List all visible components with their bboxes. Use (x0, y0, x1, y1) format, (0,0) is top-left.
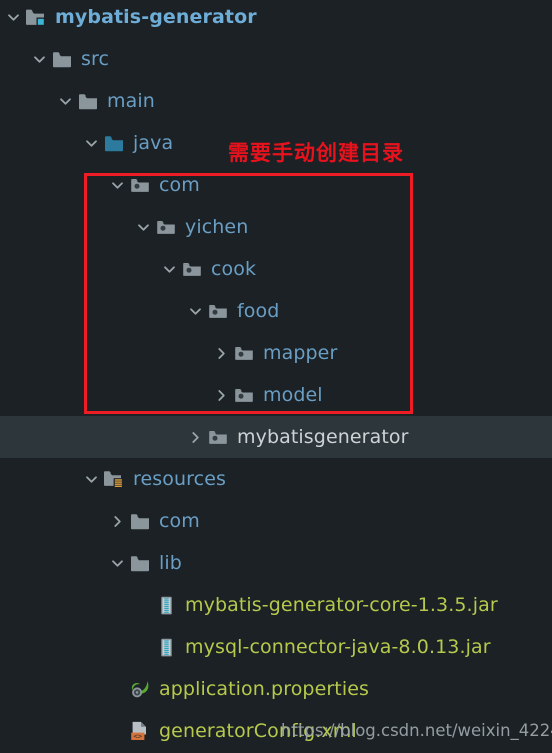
jar-icon (154, 626, 178, 668)
tree-row-label: src (81, 48, 110, 70)
module-folder-icon (24, 0, 48, 38)
tree-row[interactable]: yichen (0, 206, 552, 248)
tree-row-label: resources (133, 468, 226, 490)
svg-text:<>: <> (133, 731, 142, 740)
source-root-icon (102, 122, 126, 164)
tree-row-label: food (237, 300, 280, 322)
package-icon (232, 332, 256, 374)
folder-icon (128, 500, 152, 542)
project-tree-panel: mybatis-generator src main java com yich… (0, 0, 552, 753)
tree-row[interactable]: food (0, 290, 552, 332)
chevron-down-icon[interactable] (132, 206, 154, 248)
tree-row-label: mybatis-generator (55, 6, 257, 28)
chevron-down-icon[interactable] (106, 542, 128, 584)
chevron-down-icon[interactable] (184, 290, 206, 332)
tree-row[interactable]: mapper (0, 332, 552, 374)
tree-row-label: mybatisgenerator (237, 426, 409, 448)
chevron-down-icon[interactable] (158, 248, 180, 290)
folder-icon (128, 542, 152, 584)
chevron-right-icon[interactable] (210, 332, 232, 374)
spring-properties-icon (128, 668, 152, 710)
tree-row[interactable]: mybatis-generator-core-1.3.5.jar (0, 584, 552, 626)
watermark-text: https://blog.csdn.net/weixin_42241455 (281, 721, 552, 740)
chevron-down-icon[interactable] (80, 122, 102, 164)
tree-row-label: mybatis-generator-core-1.3.5.jar (185, 594, 498, 616)
tree-row-label: com (159, 510, 200, 532)
package-icon (232, 374, 256, 416)
package-icon (206, 290, 230, 332)
tree-row[interactable]: mybatis-generator (0, 0, 552, 38)
tree-row-label: mapper (263, 342, 338, 364)
chevron-down-icon[interactable] (80, 458, 102, 500)
tree-row[interactable]: cook (0, 248, 552, 290)
tree-row[interactable]: model (0, 374, 552, 416)
tree-row-label: main (107, 90, 155, 112)
tree-row[interactable]: src (0, 38, 552, 80)
chevron-right-icon[interactable] (106, 500, 128, 542)
package-icon (206, 416, 230, 458)
jar-icon (154, 584, 178, 626)
package-icon (180, 248, 204, 290)
tree-row-label: model (263, 384, 323, 406)
folder-icon (50, 38, 74, 80)
tree-row-label: lib (159, 552, 182, 574)
tree-row[interactable]: main (0, 80, 552, 122)
tree-row-label: com (159, 174, 200, 196)
tree-row-label: cook (211, 258, 257, 280)
annotation-text: 需要手动创建目录 (228, 141, 404, 165)
package-icon (154, 206, 178, 248)
tree-row-label: java (133, 132, 174, 154)
tree-row[interactable]: lib (0, 542, 552, 584)
package-icon (128, 164, 152, 206)
folder-icon (76, 80, 100, 122)
tree-row[interactable]: resources (0, 458, 552, 500)
chevron-down-icon[interactable] (28, 38, 50, 80)
chevron-down-icon[interactable] (2, 0, 24, 38)
tree-row[interactable]: application.properties (0, 668, 552, 710)
tree-row-label: yichen (185, 216, 249, 238)
tree-row-label: mysql-connector-java-8.0.13.jar (185, 636, 491, 658)
tree-row[interactable]: com (0, 500, 552, 542)
chevron-right-icon[interactable] (184, 416, 206, 458)
tree-row[interactable]: mybatisgenerator (0, 416, 552, 458)
xml-file-icon: <> (128, 710, 152, 752)
chevron-down-icon[interactable] (106, 164, 128, 206)
chevron-right-icon[interactable] (210, 374, 232, 416)
tree-row[interactable]: mysql-connector-java-8.0.13.jar (0, 626, 552, 668)
resource-root-icon (102, 458, 126, 500)
tree-row[interactable]: com (0, 164, 552, 206)
chevron-down-icon[interactable] (54, 80, 76, 122)
tree-row-label: application.properties (159, 678, 370, 700)
